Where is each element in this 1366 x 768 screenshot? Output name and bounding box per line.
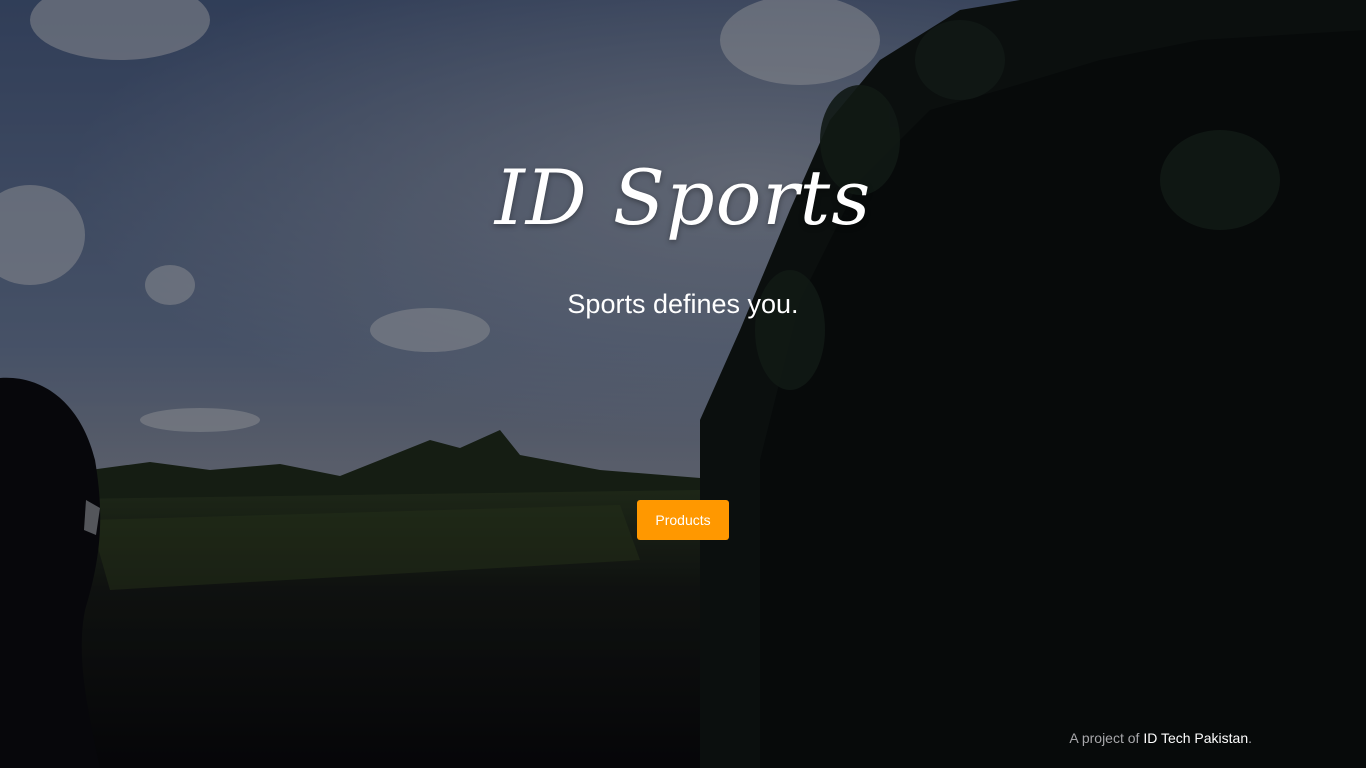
background-dim-overlay [0, 0, 1366, 768]
landing-page: ID Sports Sports defines you. Products A… [0, 0, 1366, 768]
footer-suffix: . [1248, 730, 1252, 746]
footer-credit: A project of ID Tech Pakistan. [1069, 728, 1252, 748]
products-button[interactable]: Products [637, 500, 729, 540]
id-tech-pakistan-link[interactable]: ID Tech Pakistan [1143, 730, 1248, 746]
hero-tagline: Sports defines you. [567, 289, 799, 319]
footer-prefix: A project of [1069, 730, 1144, 746]
hero-title: ID Sports [494, 153, 872, 242]
